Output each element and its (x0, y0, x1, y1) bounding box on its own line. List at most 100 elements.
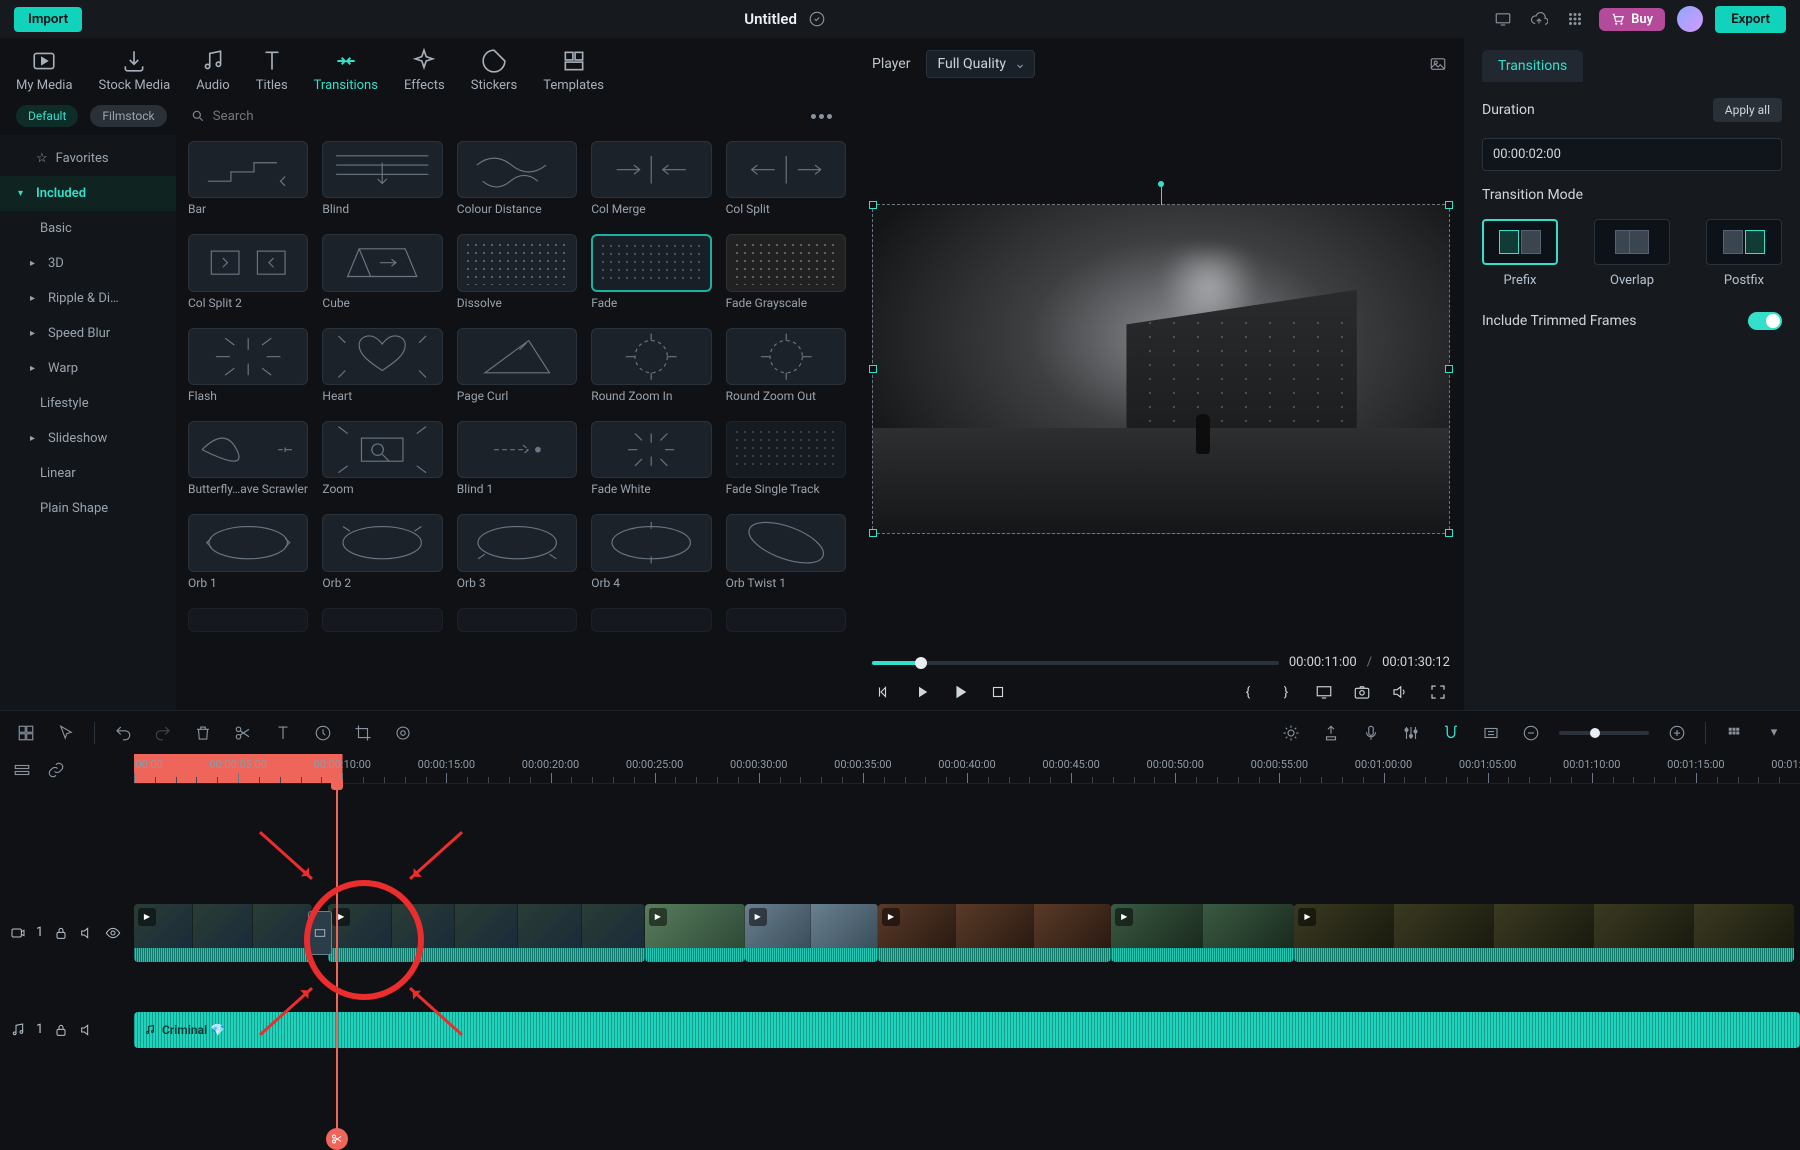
mode-overlap[interactable]: Overlap (1594, 219, 1670, 288)
marker-icon[interactable] (1319, 721, 1343, 745)
speed-icon[interactable] (311, 721, 335, 745)
zoom-in-icon[interactable] (1665, 721, 1689, 745)
color-icon[interactable] (391, 721, 415, 745)
duration-input[interactable] (1482, 138, 1782, 171)
sidebar-item-included[interactable]: ▾Included (0, 176, 176, 211)
fit-zoom-icon[interactable] (1479, 721, 1503, 745)
playhead-cut-icon[interactable] (326, 1128, 348, 1150)
next-frame-button[interactable] (948, 680, 972, 704)
text-tool-icon[interactable] (271, 721, 295, 745)
video-clip-1[interactable]: ▶ (134, 904, 312, 962)
layout-icon[interactable] (14, 721, 38, 745)
transition-orb-twist-1[interactable]: Orb Twist 1 (726, 514, 846, 589)
transition-page-curl[interactable]: Page Curl (457, 328, 577, 403)
video-clip-7[interactable]: ▶ (1294, 904, 1794, 962)
resize-handle-mr[interactable] (1445, 365, 1453, 373)
tab-transitions[interactable]: Transitions (314, 48, 378, 93)
zoom-slider[interactable] (1559, 731, 1649, 735)
lock-icon[interactable] (53, 1022, 69, 1038)
transition-partial-5[interactable] (726, 608, 846, 632)
audio-mixer-icon[interactable] (1399, 721, 1423, 745)
transition-partial-3[interactable] (457, 608, 577, 632)
subtab-default[interactable]: Default (16, 105, 78, 127)
transition-fade-white[interactable]: Fade White (591, 421, 711, 496)
preview-frame[interactable] (872, 204, 1450, 534)
video-clip-6[interactable]: ▶ (1111, 904, 1294, 962)
transition-col-split-2[interactable]: Col Split 2 (188, 234, 308, 309)
transition-butterfly[interactable]: Butterfly…ave Scrawler (188, 421, 308, 496)
video-track[interactable]: ▶ ▶ ▶ ▶ ▶ ▶ ▶ (134, 884, 1800, 981)
export-button[interactable]: Export (1715, 6, 1786, 33)
transition-orb-3[interactable]: Orb 3 (457, 514, 577, 589)
zoom-out-icon[interactable] (1519, 721, 1543, 745)
mute-icon[interactable] (79, 1022, 95, 1038)
resize-handle-tr[interactable] (1445, 201, 1453, 209)
timeline-ruler[interactable]: 00:00:00:0000:00:05:0000:00:10:0000:00:1… (134, 754, 1800, 784)
transition-bar[interactable]: Bar (188, 141, 308, 216)
resize-handle-br[interactable] (1445, 529, 1453, 537)
snapshot-icon[interactable] (1350, 680, 1374, 704)
sidebar-item-lifestyle[interactable]: Lifestyle (0, 386, 176, 421)
mark-out-icon[interactable]: } (1274, 680, 1298, 704)
audio-track-header[interactable]: 1 (0, 981, 134, 1078)
mode-postfix[interactable]: Postfix (1706, 219, 1782, 288)
mode-prefix[interactable]: Prefix (1482, 219, 1558, 288)
transition-orb-4[interactable]: Orb 4 (591, 514, 711, 589)
audio-track[interactable]: Criminal 💎 (134, 981, 1800, 1078)
subtab-filmstock[interactable]: Filmstock (90, 105, 166, 127)
sidebar-item-basic[interactable]: Basic (0, 211, 176, 246)
video-track-header[interactable]: 1 (0, 884, 134, 981)
redo-icon[interactable] (151, 721, 175, 745)
cloud-upload-icon[interactable] (1527, 7, 1551, 31)
avatar[interactable] (1677, 6, 1703, 32)
second-monitor-icon[interactable] (1312, 680, 1336, 704)
track-size-dropdown-icon[interactable]: ▾ (1762, 721, 1786, 745)
tab-effects[interactable]: Effects (404, 48, 445, 93)
properties-tab-transitions[interactable]: Transitions (1482, 50, 1583, 82)
delete-icon[interactable] (191, 721, 215, 745)
transition-fade-grayscale[interactable]: Fade Grayscale (726, 234, 846, 309)
volume-icon[interactable] (1388, 680, 1412, 704)
transition-partial-1[interactable] (188, 608, 308, 632)
transition-fade[interactable]: Fade (591, 234, 711, 309)
prev-frame-button[interactable] (872, 680, 896, 704)
apply-all-button[interactable]: Apply all (1713, 98, 1782, 122)
transition-partial-4[interactable] (591, 608, 711, 632)
quality-select[interactable]: Full Quality (926, 50, 1035, 78)
tab-titles[interactable]: Titles (256, 48, 288, 93)
transition-fade-single-track[interactable]: Fade Single Track (726, 421, 846, 496)
transition-dissolve[interactable]: Dissolve (457, 234, 577, 309)
transition-blind[interactable]: Blind (322, 141, 442, 216)
sidebar-item-3d[interactable]: ▸3D (0, 246, 176, 281)
play-button[interactable] (910, 680, 934, 704)
import-button[interactable]: Import (14, 7, 82, 32)
transition-flash[interactable]: Flash (188, 328, 308, 403)
mark-in-icon[interactable]: { (1236, 680, 1260, 704)
render-icon[interactable] (1279, 721, 1303, 745)
crop-icon[interactable] (351, 721, 375, 745)
sidebar-item-speed-blur[interactable]: ▸Speed Blur (0, 316, 176, 351)
cloud-sync-icon[interactable] (805, 7, 829, 31)
transition-colour-distance[interactable]: Colour Distance (457, 141, 577, 216)
fullscreen-icon[interactable] (1426, 680, 1450, 704)
playback-slider[interactable] (872, 661, 1279, 665)
search-input[interactable] (213, 109, 393, 124)
sidebar-item-slideshow[interactable]: ▸Slideshow (0, 421, 176, 456)
transition-col-split[interactable]: Col Split (726, 141, 846, 216)
split-icon[interactable] (231, 721, 255, 745)
transition-orb-1[interactable]: Orb 1 (188, 514, 308, 589)
sidebar-item-plain-shape[interactable]: Plain Shape (0, 491, 176, 526)
record-voiceover-icon[interactable] (1359, 721, 1383, 745)
resize-handle-ml[interactable] (869, 365, 877, 373)
transition-partial-2[interactable] (322, 608, 442, 632)
resize-handle-bl[interactable] (869, 529, 877, 537)
buy-button[interactable]: Buy (1599, 8, 1665, 31)
transition-heart[interactable]: Heart (322, 328, 442, 403)
undo-icon[interactable] (111, 721, 135, 745)
display-icon[interactable] (1491, 7, 1515, 31)
sidebar-item-linear[interactable]: Linear (0, 456, 176, 491)
transition-col-merge[interactable]: Col Merge (591, 141, 711, 216)
sidebar-item-ripple[interactable]: ▸Ripple & Di… (0, 281, 176, 316)
track-size-icon[interactable] (1722, 721, 1746, 745)
pointer-icon[interactable] (54, 721, 78, 745)
